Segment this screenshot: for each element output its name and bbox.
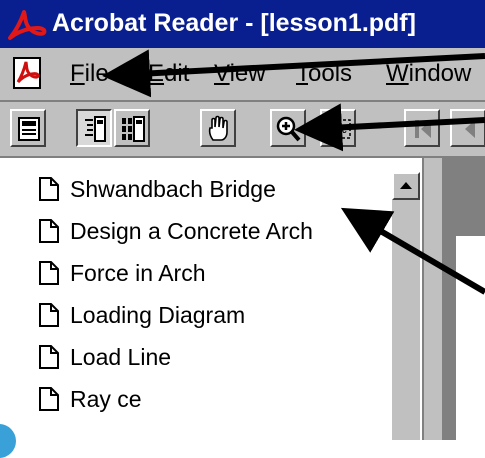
arrow-to-bookmark	[340, 207, 485, 295]
arrow-to-zoom-tool	[294, 103, 485, 152]
arrow-to-file-menu	[102, 49, 485, 98]
annotation-arrows	[102, 49, 485, 295]
